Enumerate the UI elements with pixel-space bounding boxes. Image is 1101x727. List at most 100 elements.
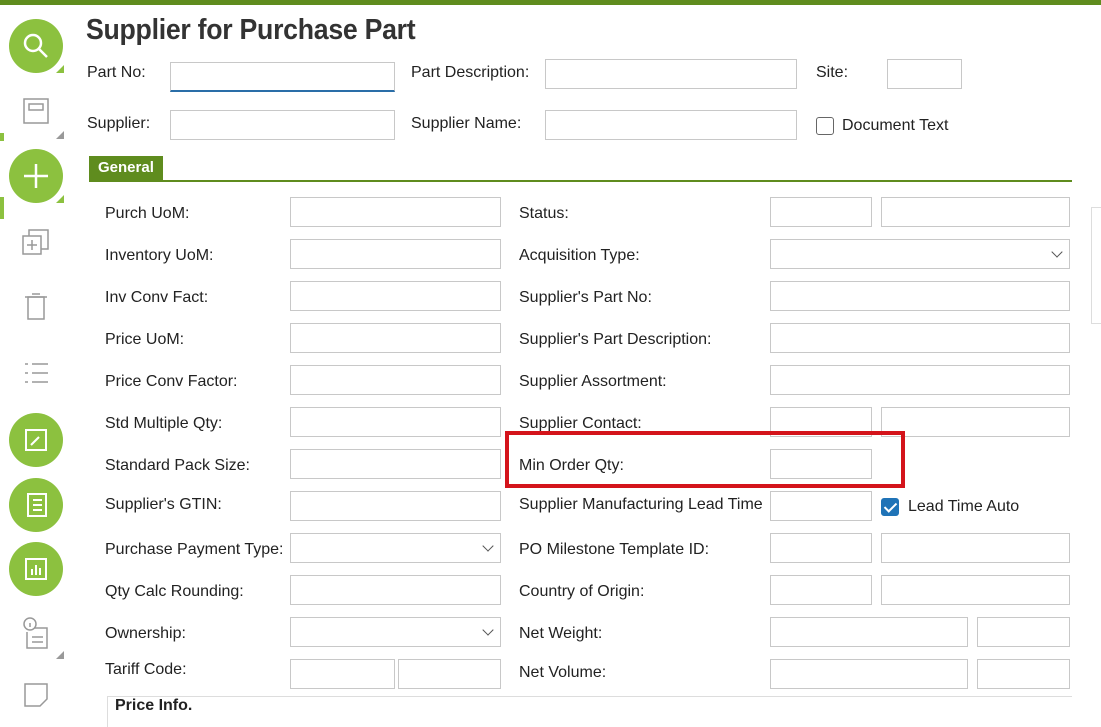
po-milestone-template-id-input[interactable] <box>770 533 872 563</box>
std-multiple-qty-input[interactable] <box>290 407 501 437</box>
purch-uom-label: Purch UoM: <box>105 205 190 222</box>
net-volume-label: Net Volume: <box>519 664 607 681</box>
supplier-assortment-label: Supplier Assortment: <box>519 373 667 390</box>
qty-calc-rounding-label: Qty Calc Rounding: <box>105 583 244 600</box>
list-button[interactable] <box>0 353 72 393</box>
search-menu-indicator <box>56 65 64 73</box>
country-of-origin-description-input[interactable] <box>881 575 1070 605</box>
inventory-uom-input[interactable] <box>290 239 501 269</box>
po-milestone-template-id-label: PO Milestone Template ID: <box>519 541 710 558</box>
min-order-qty-highlight <box>505 431 905 488</box>
net-volume-uom-input[interactable] <box>977 659 1070 689</box>
document-text-checkbox[interactable] <box>816 117 834 135</box>
top-accent-bar <box>0 0 1101 5</box>
save-menu-indicator <box>56 131 64 139</box>
country-of-origin-input[interactable] <box>770 575 872 605</box>
net-weight-uom-input[interactable] <box>977 617 1070 647</box>
info-document-icon <box>23 617 48 649</box>
net-weight-input[interactable] <box>770 617 968 647</box>
part-description-label: Part Description: <box>411 64 530 81</box>
part-no-label: Part No: <box>87 64 146 81</box>
suppliers-part-no-label: Supplier's Part No: <box>519 289 652 306</box>
status-label: Status: <box>519 205 569 222</box>
sidebar-marker <box>0 133 4 141</box>
tariff-code-description-input[interactable] <box>398 659 501 689</box>
ownership-select[interactable] <box>290 617 501 647</box>
suppliers-part-description-input[interactable] <box>770 323 1070 353</box>
duplicate-button[interactable] <box>0 223 72 263</box>
supplier-contact-name-input[interactable] <box>881 407 1070 437</box>
price-info-group <box>107 696 1072 727</box>
country-of-origin-label: Country of Origin: <box>519 583 645 600</box>
command-sidebar <box>0 5 78 717</box>
price-info-title: Price Info. <box>115 697 197 715</box>
details-icon <box>9 478 63 532</box>
purchase-payment-type-label: Purchase Payment Type: <box>105 541 284 558</box>
inv-conv-fact-input[interactable] <box>290 281 501 311</box>
price-conv-factor-input[interactable] <box>290 365 501 395</box>
new-icon <box>9 149 63 203</box>
tab-general[interactable]: General <box>89 156 163 180</box>
supplier-assortment-input[interactable] <box>770 365 1070 395</box>
tariff-code-input[interactable] <box>290 659 395 689</box>
supplier-name-input[interactable] <box>545 110 797 140</box>
suppliers-gtin-label: Supplier's GTIN: <box>105 496 222 513</box>
supplier-name-label: Supplier Name: <box>411 115 522 132</box>
acquisition-type-select[interactable] <box>770 239 1070 269</box>
ownership-label: Ownership: <box>105 625 186 642</box>
delete-button[interactable] <box>0 285 72 329</box>
sidebar-marker-2 <box>0 197 4 219</box>
side-panel-edge <box>1091 207 1101 324</box>
site-input[interactable] <box>887 59 962 89</box>
net-volume-input[interactable] <box>770 659 968 689</box>
site-label: Site: <box>816 64 849 81</box>
lead-time-auto-checkbox[interactable] <box>881 498 899 516</box>
standard-pack-size-label: Standard Pack Size: <box>105 457 250 474</box>
inventory-uom-label: Inventory UoM: <box>105 247 214 264</box>
price-conv-factor-label: Price Conv Factor: <box>105 373 238 390</box>
standard-pack-size-input[interactable] <box>290 449 501 479</box>
supplier-mfg-lead-time-input[interactable] <box>770 491 872 521</box>
chart-button[interactable] <box>0 539 72 599</box>
list-icon <box>25 363 48 383</box>
part-description-input[interactable] <box>545 59 797 89</box>
status-description-input[interactable] <box>881 197 1070 227</box>
status-input[interactable] <box>770 197 872 227</box>
page-title: Supplier for Purchase Part <box>86 14 416 46</box>
std-multiple-qty-label: Std Multiple Qty: <box>105 415 223 432</box>
price-uom-label: Price UoM: <box>105 331 185 348</box>
save-icon <box>23 98 49 124</box>
acquisition-type-label: Acquisition Type: <box>519 247 640 264</box>
lead-time-auto-label: Lead Time Auto <box>908 498 1020 515</box>
purchase-payment-type-select[interactable] <box>290 533 501 563</box>
search-icon <box>9 19 63 73</box>
suppliers-part-no-input[interactable] <box>770 281 1070 311</box>
net-weight-label: Net Weight: <box>519 625 603 642</box>
chart-icon <box>9 542 63 596</box>
note-button[interactable] <box>0 675 72 715</box>
po-milestone-template-description-input[interactable] <box>881 533 1070 563</box>
tariff-code-label: Tariff Code: <box>105 661 187 678</box>
document-text-label: Document Text <box>842 117 949 134</box>
price-uom-input[interactable] <box>290 323 501 353</box>
note-icon <box>24 683 48 707</box>
inv-conv-fact-label: Inv Conv Fact: <box>105 289 209 306</box>
info-menu-indicator <box>56 651 64 659</box>
new-menu-indicator <box>56 195 64 203</box>
navigate-icon <box>9 413 63 467</box>
delete-icon <box>25 293 47 320</box>
purch-uom-input[interactable] <box>290 197 501 227</box>
save-button[interactable] <box>0 91 72 131</box>
part-no-input[interactable] <box>170 62 395 92</box>
info-document-button[interactable] <box>0 610 72 656</box>
supplier-label: Supplier: <box>87 115 151 132</box>
navigate-button[interactable] <box>0 410 72 470</box>
supplier-mfg-lead-time-label: Supplier Manufacturing Lead Time <box>519 496 763 513</box>
qty-calc-rounding-input[interactable] <box>290 575 501 605</box>
tab-underline <box>89 180 1072 182</box>
suppliers-gtin-input[interactable] <box>290 491 501 521</box>
supplier-input[interactable] <box>170 110 395 140</box>
suppliers-part-description-label: Supplier's Part Description: <box>519 331 712 348</box>
duplicate-icon <box>22 229 49 255</box>
details-button[interactable] <box>0 475 72 535</box>
